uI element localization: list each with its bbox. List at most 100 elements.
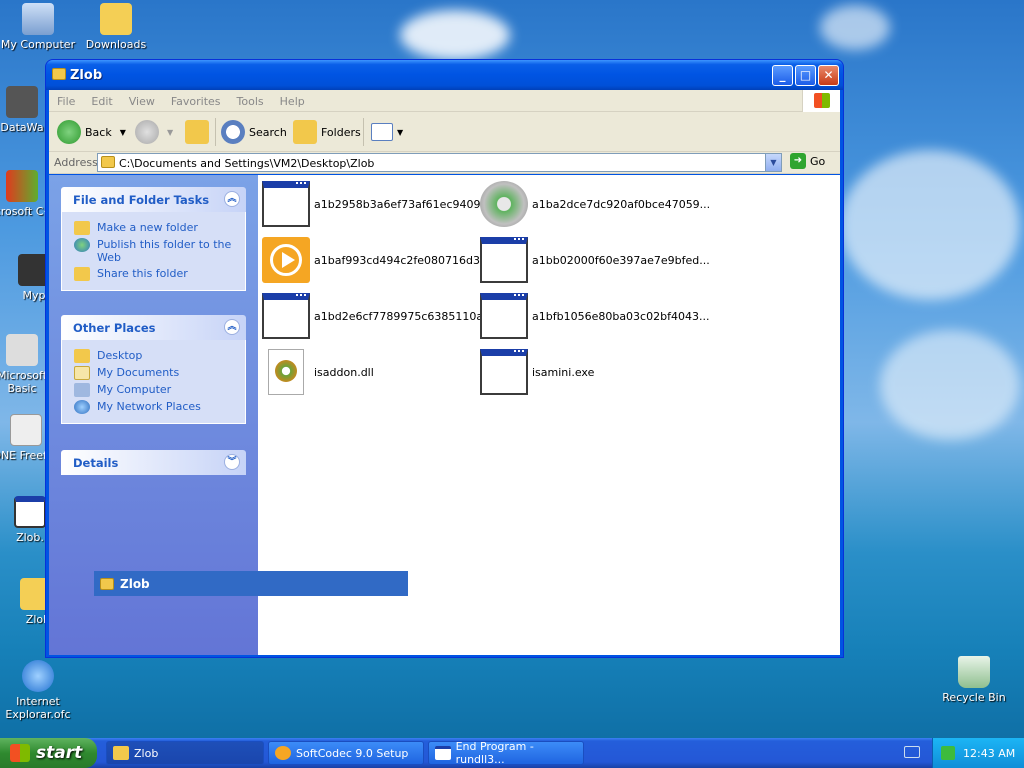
file-item[interactable]: a1baf993cd494c2fe080716d3... [262,237,491,283]
file-name: a1bb02000f60e397ae7e9bfed... [532,253,710,267]
expand-chevron-icon[interactable]: ︾ [224,454,240,470]
installer-disc-icon [480,181,528,227]
window-app-icon [480,349,528,395]
toolbar-separator [215,118,216,146]
desktop-icon-downloads[interactable]: Downloads [76,3,156,51]
up-folder-button[interactable] [185,118,213,146]
back-button[interactable]: Back ▼ [57,118,126,146]
toolbar-separator [363,118,364,146]
search-button-label: Search [249,125,287,139]
dll-gear-icon [268,349,304,395]
computer-icon [22,3,54,35]
system-tray: 12:43 AM [932,738,1024,768]
start-button[interactable]: start [0,738,97,768]
window-app-icon [14,496,46,528]
network-tray-icon[interactable] [941,746,955,760]
windows-flag-icon [10,744,30,762]
file-name: a1bd2e6cf7789975c6385110a... [314,309,494,323]
maximize-button[interactable]: □ [795,65,816,86]
panel-body: Desktop My Documents My Computer My Netw… [61,340,246,424]
panel-title: Details [73,456,119,470]
keyboard-icon[interactable] [904,746,920,758]
collapse-chevron-icon[interactable]: ︽ [224,191,240,207]
other-places-panel: Other Places ︽ Desktop My Documents My C… [61,315,246,424]
app-icon [6,170,38,202]
shortcut-icon [6,86,38,118]
cloud [880,330,1020,440]
panel-header[interactable]: Details ︾ [61,450,246,475]
desktop-icon-label: My Computer [0,38,76,51]
forward-arrow-icon [135,120,159,144]
task-link-label: Publish this folder to the Web [97,238,232,264]
menu-tools[interactable]: Tools [229,90,272,108]
file-item[interactable]: a1bfb1056e80ba03c02bf4043... [480,293,709,339]
task-link-publish-web[interactable]: Publish this folder to the Web [74,238,235,264]
panel-body: Make a new folder Publish this folder to… [61,212,246,291]
address-dropdown-button[interactable]: ▼ [765,154,781,171]
desktop-icon-my-computer[interactable]: My Computer [0,3,78,51]
window-title: Zlob [70,68,103,83]
window-titlebar[interactable]: Zlob _ □ ✕ [46,60,843,90]
task-link-share-folder[interactable]: Share this folder [74,267,235,281]
file-item[interactable]: a1bd2e6cf7789975c6385110a... [262,293,494,339]
menu-file[interactable]: File [49,90,83,108]
file-item[interactable]: a1bb02000f60e397ae7e9bfed... [480,237,710,283]
search-button[interactable]: Search [221,118,287,146]
address-field[interactable]: C:\Documents and Settings\VM2\Desktop\Zl… [97,153,782,172]
windows-logo-icon [802,90,840,112]
drag-ghost-label: Zlob [120,576,150,591]
chevron-down-icon: ▼ [397,127,404,137]
place-link-network-places[interactable]: My Network Places [74,400,235,414]
place-link-label: Desktop [97,349,143,362]
place-link-my-computer[interactable]: My Computer [74,383,235,397]
folders-button-label: Folders [321,125,361,139]
media-player-icon [262,237,310,283]
place-link-label: My Computer [97,383,172,396]
minimize-button[interactable]: _ [772,65,793,86]
taskbar-button-label: End Program - rundll3... [455,740,534,766]
file-folder-tasks-panel: File and Folder Tasks ︽ Make a new folde… [61,187,246,291]
folder-icon [101,156,115,168]
file-name: a1b2958b3a6ef73af61ec9409... [314,197,491,211]
desktop-icon-internet-explorer[interactable]: Internet Explorar.ofc [0,660,78,721]
menu-favorites[interactable]: Favorites [163,90,229,108]
window-app-icon [262,181,310,227]
collapse-chevron-icon[interactable]: ︽ [224,319,240,335]
task-link-label: Make a new folder [97,221,198,234]
file-item[interactable]: isaddon.dll [262,349,374,395]
place-link-desktop[interactable]: Desktop [74,349,235,363]
new-folder-icon [74,221,90,235]
taskbar-button-softcodec[interactable]: SoftCodec 9.0 Setup [268,741,424,765]
cloud [400,10,510,60]
taskbar: start Zlob SoftCodec 9.0 Setup End Progr… [0,738,1024,768]
app-icon [6,334,38,366]
taskbar-button-zlob[interactable]: Zlob [106,741,264,765]
file-item[interactable]: a1ba2dce7dc920af0bce47059... [480,181,710,227]
clock[interactable]: 12:43 AM [963,747,1015,760]
go-button[interactable]: ➜ Go [790,153,825,169]
file-item[interactable]: isamini.exe [480,349,594,395]
file-item[interactable]: a1b2958b3a6ef73af61ec9409... [262,181,491,227]
file-name: isamini.exe [532,365,595,379]
desktop-icon-recycle-bin[interactable]: Recycle Bin [934,656,1014,704]
menu-edit[interactable]: Edit [83,90,120,108]
go-button-label: Go [810,154,826,168]
close-button[interactable]: ✕ [818,65,839,86]
panel-header[interactable]: Other Places ︽ [61,315,246,340]
menu-view[interactable]: View [121,90,163,108]
taskbar-button-end-program[interactable]: End Program - rundll3... [428,740,584,766]
folders-button[interactable]: Folders [293,118,361,146]
search-icon [221,120,245,144]
back-arrow-icon [57,120,81,144]
desktop-icon-label: Internet Explorar.ofc [5,695,71,721]
address-label: Address [54,156,98,169]
panel-header[interactable]: File and Folder Tasks ︽ [61,187,246,212]
task-link-new-folder[interactable]: Make a new folder [74,221,235,235]
forward-button[interactable]: ▼ [135,118,173,146]
address-bar: Address C:\Documents and Settings\VM2\De… [49,152,840,174]
drag-ghost: Zlob [94,571,408,596]
views-button[interactable]: ▼ [371,118,403,146]
place-link-my-documents[interactable]: My Documents [74,366,235,380]
up-folder-icon [185,120,209,144]
menu-help[interactable]: Help [272,90,313,108]
